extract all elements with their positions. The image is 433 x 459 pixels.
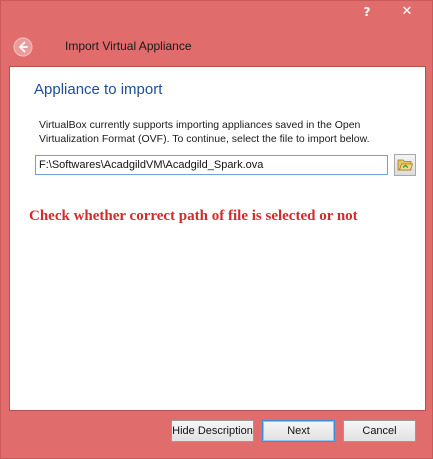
back-arrow-icon [13,37,33,57]
close-button[interactable]: ✕ [387,1,427,23]
wizard-page: Appliance to import VirtualBox currently… [9,66,426,411]
next-button[interactable]: Next [262,420,335,442]
cancel-button[interactable]: Cancel [343,420,416,442]
annotation-note: Check whether correct path of file is se… [29,208,358,224]
browse-file-button[interactable] [394,154,416,176]
wizard-title: Import Virtual Appliance [65,39,192,53]
hide-description-button[interactable]: Hide Description [171,420,254,442]
file-path-input[interactable] [35,155,388,175]
import-appliance-window: ? ✕ Import Virtual Appliance Appliance t… [0,0,433,459]
help-button[interactable]: ? [347,1,387,23]
folder-open-icon [397,159,413,171]
back-button[interactable] [13,37,33,57]
page-heading: Appliance to import [34,81,163,98]
page-description: VirtualBox currently supports importing … [39,119,370,145]
